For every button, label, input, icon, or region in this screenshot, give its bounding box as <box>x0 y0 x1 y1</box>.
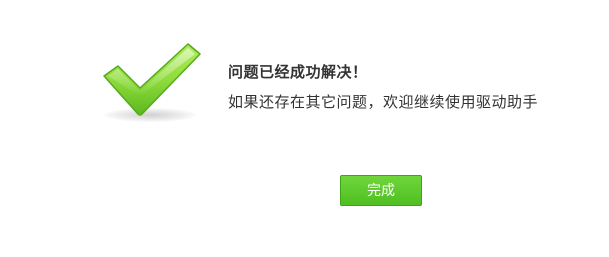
checkmark-icon <box>103 43 201 116</box>
success-icon-wrap <box>96 40 206 130</box>
success-dialog: 问题已经成功解决！ 如果还存在其它问题，欢迎继续使用驱动助手 完成 <box>0 0 609 257</box>
dialog-title: 问题已经成功解决！ <box>228 63 368 81</box>
dialog-message: 如果还存在其它问题，欢迎继续使用驱动助手 <box>228 93 539 111</box>
done-button[interactable]: 完成 <box>340 175 422 206</box>
